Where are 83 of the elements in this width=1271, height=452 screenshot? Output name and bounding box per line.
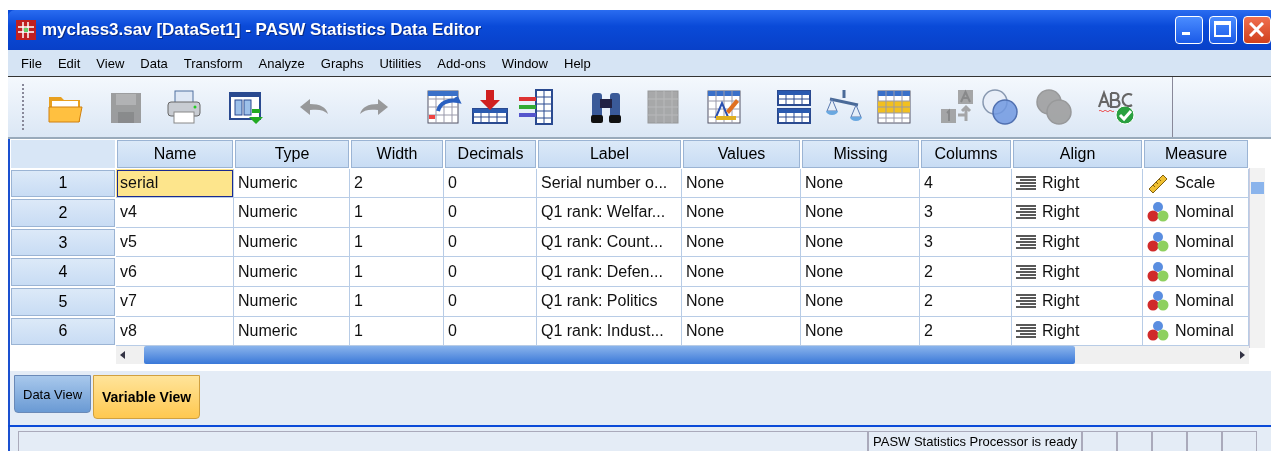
column-header[interactable]: Label	[538, 140, 681, 168]
column-header[interactable]: Columns	[921, 140, 1011, 168]
table-cell: None	[682, 257, 801, 287]
table-cell: None	[682, 227, 801, 258]
column-header[interactable]: Decimals	[445, 140, 536, 168]
table-cell: 2	[920, 257, 1012, 287]
row-header[interactable]: 6	[11, 317, 115, 346]
table-cell: None	[801, 227, 920, 258]
measure-text: Nominal	[1175, 321, 1234, 340]
measure-text: Nominal	[1175, 233, 1234, 252]
table-cell: 1	[350, 198, 444, 228]
row-header[interactable]: 4	[11, 258, 115, 286]
table-cell: 2	[350, 168, 444, 199]
menu-item[interactable]: Utilities	[371, 55, 430, 71]
align-text: Right	[1042, 321, 1080, 340]
column-header[interactable]: Width	[351, 140, 443, 168]
column-header[interactable]: Values	[683, 140, 800, 168]
table-cell: 1	[350, 286, 444, 317]
table-cell: 1	[350, 257, 444, 287]
table-cell: Q1 rank: Welfar...	[537, 198, 682, 228]
column-header[interactable]: Name	[117, 140, 233, 168]
table-cell: 3	[920, 227, 1012, 258]
table-cell: Numeric	[234, 198, 350, 228]
table-cell: None	[682, 168, 801, 199]
window-title: myclass3.sav [DataSet1] - PASW Statistics Data Editor	[42, 20, 482, 40]
measure-text: Nominal	[1175, 203, 1234, 222]
menu-item[interactable]: Help	[556, 55, 599, 71]
table-cell[interactable]: v7	[116, 286, 234, 317]
table-cell: 3	[920, 198, 1012, 228]
table-cell: Serial number o...	[537, 168, 682, 199]
table-cell: None	[682, 198, 801, 228]
menu-item[interactable]: Data	[132, 55, 176, 71]
menu-item[interactable]: Window	[493, 55, 556, 71]
table-cell: 0	[444, 168, 537, 199]
column-header[interactable]: Missing	[802, 140, 919, 168]
table-cell: Q1 rank: Politics	[537, 286, 682, 317]
align-text: Right	[1042, 173, 1080, 192]
table-cell: Numeric	[234, 227, 350, 258]
table-cell: Q1 rank: Defen...	[537, 257, 682, 287]
table-cell: None	[682, 286, 801, 317]
table-cell: Numeric	[234, 168, 350, 199]
table-cell: 0	[444, 227, 537, 258]
measure-text: Nominal	[1175, 262, 1234, 281]
table-cell[interactable]: v6	[116, 257, 234, 287]
align-text: Right	[1042, 292, 1080, 311]
view-tab[interactable]: Data View	[14, 375, 91, 413]
table-cell: Numeric	[234, 286, 350, 317]
menu-item[interactable]: File	[13, 55, 50, 71]
table-cell: 1	[350, 227, 444, 258]
table-cell: Numeric	[234, 257, 350, 287]
menu-item[interactable]: View	[88, 55, 133, 71]
measure-text: Nominal	[1175, 292, 1234, 311]
row-header[interactable]: 3	[11, 228, 115, 257]
row-header[interactable]: 5	[11, 287, 115, 316]
menu-item[interactable]: Graphs	[312, 55, 372, 71]
align-text: Right	[1042, 233, 1080, 252]
measure-text: Scale	[1175, 173, 1216, 192]
table-cell: 2	[920, 286, 1012, 317]
table-cell[interactable]: v4	[116, 198, 234, 228]
row-header[interactable]: 1	[11, 169, 115, 198]
row-header[interactable]: 2	[11, 199, 115, 227]
table-cell: 4	[920, 168, 1012, 199]
table-cell: 0	[444, 198, 537, 228]
status-text: PASW Statistics Processor is ready	[868, 431, 1083, 451]
table-cell[interactable]: v5	[116, 227, 234, 258]
table-cell[interactable]: serial	[116, 168, 234, 199]
table-cell: None	[801, 168, 920, 199]
menu-item[interactable]: Edit	[49, 55, 89, 71]
table-cell: None	[801, 198, 920, 228]
column-header[interactable]: Type	[235, 140, 349, 168]
menu-item[interactable]: Add-ons	[429, 55, 494, 71]
table-cell: 0	[444, 257, 537, 287]
column-header[interactable]: Align	[1013, 140, 1142, 168]
table-cell: 0	[444, 286, 537, 317]
view-tab[interactable]: Variable View	[93, 375, 201, 419]
align-text: Right	[1042, 203, 1080, 222]
table-cell: None	[801, 286, 920, 317]
align-text: Right	[1042, 262, 1080, 281]
column-header[interactable]: Measure	[1144, 140, 1248, 168]
menu-item[interactable]: Analyze	[250, 55, 313, 71]
menu-item[interactable]: Transform	[175, 55, 251, 71]
table-cell: None	[801, 257, 920, 287]
table-cell: Q1 rank: Count...	[537, 227, 682, 258]
